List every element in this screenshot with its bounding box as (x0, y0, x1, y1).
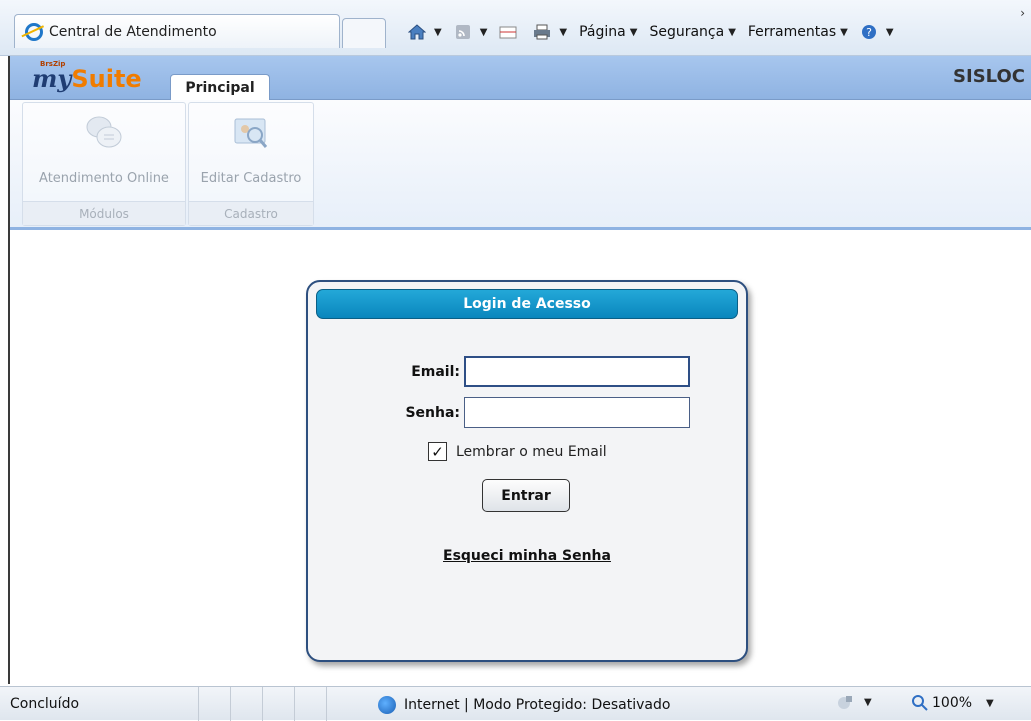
ribbon-group-modulos: Atendimento Online Módulos (22, 102, 186, 226)
login-panel: Login de Acesso Email: Senha: ✓ Lembrar … (306, 280, 748, 662)
browser-tab-title: Central de Atendimento (49, 23, 217, 40)
home-icon (408, 24, 426, 40)
status-separators (198, 687, 358, 721)
ribbon-group-label: Cadastro (189, 201, 313, 225)
chevron-down-icon: ▼ (840, 26, 848, 38)
ie-icon (25, 22, 43, 41)
tab-principal[interactable]: Principal (170, 74, 270, 101)
logo-my: my (32, 64, 72, 93)
editar-cadastro-label: Editar Cadastro (200, 171, 302, 186)
company-name: SISLOC (953, 66, 1025, 87)
feeds-icon (455, 25, 470, 39)
chevron-down-icon[interactable]: ▼ (434, 27, 442, 38)
password-label: Senha: (405, 404, 460, 421)
new-tab-button[interactable] (342, 18, 386, 48)
print-button[interactable]: ▼ (529, 19, 571, 45)
mail-icon (499, 26, 517, 39)
security-zone-text: Internet | Modo Protegido: Desativado (404, 697, 671, 713)
chevron-down-icon: ▼ (864, 696, 872, 708)
zoom-icon (912, 695, 928, 711)
remember-label: Lembrar o meu Email (456, 443, 607, 460)
security-menu[interactable]: Segurança ▼ (645, 19, 739, 45)
entrar-button[interactable]: Entrar (482, 479, 570, 512)
email-label: Email: (411, 363, 460, 380)
zone-settings[interactable]: ▼ (836, 694, 872, 710)
globe-icon (378, 696, 396, 714)
feeds-button[interactable]: ▼ (450, 19, 492, 45)
chevron-down-icon: ▼ (728, 26, 736, 38)
mail-button[interactable] (495, 19, 525, 45)
chevron-down-icon[interactable]: ▼ (480, 27, 488, 38)
zoom-control[interactable]: 100% ▼ (912, 695, 994, 711)
logo-suite: Suite (71, 65, 142, 93)
app-header: BrsZip mySuite Principal SISLOC (10, 56, 1031, 101)
security-zone[interactable]: Internet | Modo Protegido: Desativado (378, 696, 670, 714)
command-bar: ▼ ▼ ▼ Página ▼ Segurança ▼ Ferramentas ▼… (404, 18, 898, 46)
status-bar: Concluído Internet | Modo Protegido: Des… (0, 686, 1031, 721)
browser-tab[interactable]: Central de Atendimento (14, 14, 340, 48)
ribbon-group-label: Módulos (23, 201, 185, 225)
security-menu-label: Segurança (649, 24, 725, 40)
page-menu[interactable]: Página ▼ (575, 19, 641, 45)
tools-menu-label: Ferramentas (747, 24, 837, 40)
password-input[interactable] (464, 397, 690, 428)
zoom-value: 100% (932, 695, 973, 711)
mysuite-logo: mySuite (32, 64, 142, 93)
help-menu[interactable]: ? ▼ (856, 19, 898, 45)
status-text: Concluído (10, 696, 80, 712)
editar-cadastro-button[interactable]: Editar Cadastro (189, 103, 313, 201)
help-icon: ? (861, 25, 876, 39)
chevron-down-icon: ▼ (986, 697, 994, 709)
chevron-down-icon: ▼ (629, 26, 638, 38)
password-row: Senha: (328, 397, 690, 428)
protected-mode-icon (838, 696, 852, 709)
ribbon-group-cadastro: Editar Cadastro Cadastro (188, 102, 314, 226)
browser-chrome: Central de Atendimento ▼ ▼ ▼ Página ▼ Se… (0, 0, 1031, 56)
ribbon: Atendimento Online Módulos Editar Cadast… (10, 100, 1031, 230)
remember-checkbox[interactable]: ✓ (428, 442, 447, 461)
atendimento-online-label: Atendimento Online (39, 171, 169, 186)
atendimento-online-button[interactable]: Atendimento Online (23, 103, 185, 201)
chevron-down-icon: ▼ (885, 26, 894, 38)
chevron-down-icon[interactable]: ▼ (559, 27, 567, 38)
profile-search-icon (234, 118, 268, 148)
print-icon (534, 24, 551, 40)
chat-bubbles-icon (86, 116, 122, 148)
home-button[interactable]: ▼ (404, 19, 446, 45)
remember-row: ✓ Lembrar o meu Email (428, 442, 607, 461)
email-row: Email: (328, 356, 690, 387)
login-title: Login de Acesso (316, 289, 738, 319)
svg-text:?: ? (866, 26, 872, 39)
email-input[interactable] (464, 356, 690, 387)
chevron-right-icon[interactable]: › (1020, 6, 1025, 20)
forgot-password-link[interactable]: Esqueci minha Senha (308, 548, 746, 564)
page-menu-label: Página (579, 24, 626, 40)
tools-menu[interactable]: Ferramentas ▼ (744, 19, 852, 45)
